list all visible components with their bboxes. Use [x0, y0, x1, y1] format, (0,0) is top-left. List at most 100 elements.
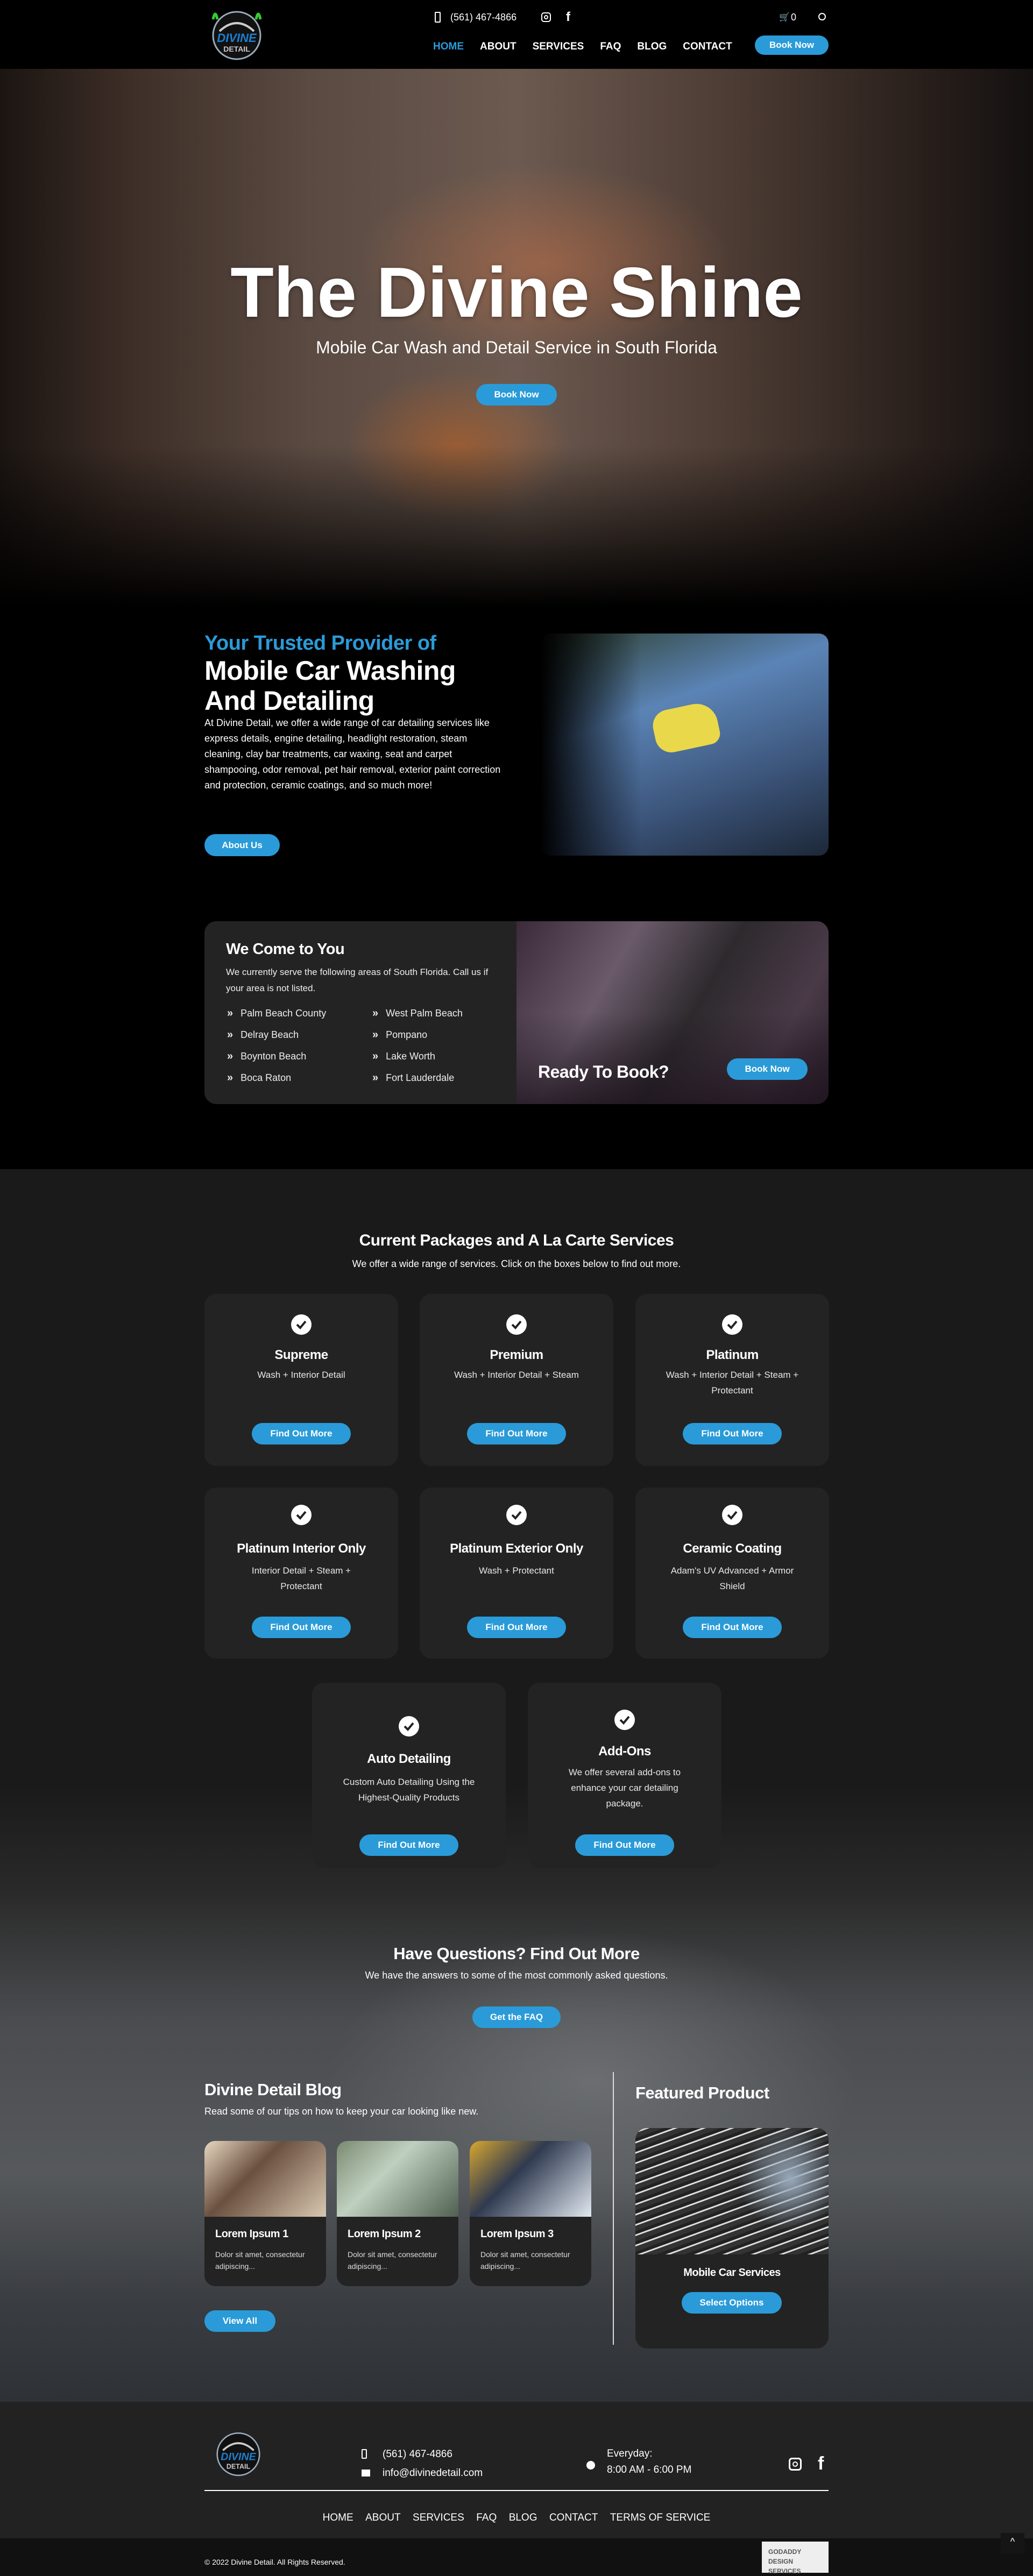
view-all-button[interactable]: View All	[204, 2310, 275, 2332]
package-description: Custom Auto Detailing Using the Highest-…	[343, 1777, 475, 1803]
blog-post-card[interactable]: Lorem Ipsum 2 Dolor sit amet, consectetu…	[337, 2141, 458, 2286]
footer-nav: HOME ABOUT SERVICES FAQ BLOG CONTACT TER…	[0, 2512, 1033, 2524]
package-name: Auto Detailing	[367, 1752, 451, 1766]
check-circle-icon	[291, 1314, 312, 1335]
about-title-line-1: Mobile Car Washing	[204, 656, 456, 686]
featured-product-image	[635, 2128, 829, 2254]
facebook-icon[interactable]: f	[818, 2453, 824, 2474]
get-faq-button[interactable]: Get the FAQ	[472, 2006, 561, 2028]
package-card[interactable]: Platinum Wash + Interior Detail + Steam …	[635, 1294, 829, 1466]
sponge-shape	[649, 700, 723, 756]
chevrons-icon: »	[372, 1007, 379, 1019]
nav-services[interactable]: SERVICES	[533, 41, 584, 53]
hero-book-now-button[interactable]: Book Now	[476, 384, 557, 405]
package-name: Ceramic Coating	[683, 1541, 782, 1556]
package-description: Wash + Interior Detail + Steam + Protect…	[666, 1370, 799, 1396]
package-name: Platinum Exterior Only	[450, 1541, 583, 1556]
blog-title: Divine Detail Blog	[204, 2080, 342, 2099]
nav-blog[interactable]: BLOG	[637, 41, 667, 53]
instagram-icon[interactable]	[541, 12, 551, 22]
footer-nav-home[interactable]: HOME	[323, 2512, 353, 2523]
chevrons-icon: »	[372, 1072, 379, 1084]
find-out-more-button[interactable]: Find Out More	[683, 1423, 782, 1444]
nav-contact[interactable]: CONTACT	[683, 41, 732, 53]
hours-label: Everyday:	[607, 2448, 653, 2459]
cart-icon[interactable]: 🛒	[779, 12, 790, 23]
instagram-icon[interactable]	[789, 2458, 802, 2471]
area-item: » Lake Worth	[372, 1050, 435, 1062]
package-card[interactable]: Premium Wash + Interior Detail + Steam F…	[420, 1294, 613, 1466]
blog-post-title[interactable]: Lorem Ipsum 2	[348, 2228, 421, 2240]
footer-phone[interactable]: (561) 467-4866	[383, 2449, 452, 2460]
nav-home[interactable]: HOME	[433, 41, 464, 53]
package-description: We offer several add-ons to enhance your…	[568, 1767, 681, 1809]
header-phone[interactable]: (561) 467-4866	[450, 12, 516, 23]
chevrons-icon: »	[227, 1072, 234, 1084]
scroll-to-top-button[interactable]: ^	[1001, 2533, 1024, 2553]
site-header: DIVINE DETAIL (561) 467-4866 f 🛒 0 HOME A…	[0, 0, 1033, 69]
package-card[interactable]: Auto Detailing Custom Auto Detailing Usi…	[312, 1683, 506, 1868]
blog-post-title[interactable]: Lorem Ipsum 3	[480, 2228, 554, 2240]
search-icon[interactable]	[818, 13, 826, 20]
main-nav: HOME ABOUT SERVICES FAQ BLOG CONTACT	[433, 41, 748, 53]
find-out-more-button[interactable]: Find Out More	[467, 1423, 566, 1444]
nav-about[interactable]: ABOUT	[480, 41, 516, 53]
area-item: » Boca Raton	[227, 1072, 292, 1084]
footer-email[interactable]: info@divinedetail.com	[383, 2467, 483, 2479]
find-out-more-button[interactable]: Find Out More	[683, 1617, 782, 1638]
about-kicker: Your Trusted Provider of	[204, 632, 436, 654]
blog-post-image	[204, 2141, 326, 2217]
featured-product-name[interactable]: Mobile Car Services	[635, 2267, 829, 2279]
footer-divider	[204, 2490, 829, 2491]
package-description: Wash + Interior Detail + Steam	[454, 1370, 579, 1380]
featured-product-card[interactable]: Mobile Car Services Select Options	[635, 2128, 829, 2349]
nav-faq[interactable]: FAQ	[600, 41, 621, 53]
footer-nav-services[interactable]: SERVICES	[413, 2512, 464, 2523]
area-item: » Boynton Beach	[227, 1050, 307, 1062]
package-name: Supreme	[274, 1348, 328, 1362]
about-us-button[interactable]: About Us	[204, 834, 280, 856]
check-circle-icon	[291, 1505, 312, 1525]
godaddy-badge[interactable]: GODADDY DESIGN SERVICES	[762, 2542, 829, 2575]
find-out-more-button[interactable]: Find Out More	[252, 1617, 351, 1638]
blog-post-excerpt: Dolor sit amet, consectetur adipiscing..…	[480, 2250, 570, 2271]
area-item: » West Palm Beach	[372, 1007, 463, 1019]
package-description: Wash + Protectant	[479, 1565, 554, 1576]
facebook-icon[interactable]: f	[566, 10, 570, 25]
chevrons-icon: »	[372, 1029, 379, 1041]
package-card[interactable]: Platinum Interior Only Interior Detail +…	[204, 1488, 398, 1659]
find-out-more-button[interactable]: Find Out More	[252, 1423, 351, 1444]
areas-book-now-button[interactable]: Book Now	[727, 1058, 808, 1080]
package-card[interactable]: Supreme Wash + Interior Detail Find Out …	[204, 1294, 398, 1466]
blog-subtitle: Read some of our tips on how to keep you…	[204, 2106, 479, 2117]
email-icon	[362, 2470, 370, 2477]
footer-logo[interactable]: DIVINE DETAIL	[209, 2425, 268, 2479]
blog-post-title[interactable]: Lorem Ipsum 1	[215, 2228, 288, 2240]
section-divider	[613, 2072, 614, 2345]
package-card[interactable]: Ceramic Coating Adam's UV Advanced + Arm…	[635, 1488, 829, 1659]
packages-subtitle: We offer a wide range of services. Click…	[352, 1258, 681, 1269]
check-circle-icon	[722, 1505, 742, 1525]
package-card[interactable]: Platinum Exterior Only Wash + Protectant…	[420, 1488, 613, 1659]
footer-nav-faq[interactable]: FAQ	[476, 2512, 497, 2523]
footer-nav-blog[interactable]: BLOG	[509, 2512, 537, 2523]
select-options-button[interactable]: Select Options	[682, 2292, 782, 2314]
package-card[interactable]: Add-Ons We offer several add-ons to enha…	[528, 1683, 721, 1868]
logo[interactable]: DIVINE DETAIL	[209, 3, 265, 63]
blog-post-card[interactable]: Lorem Ipsum 3 Dolor sit amet, consectetu…	[470, 2141, 591, 2286]
find-out-more-button[interactable]: Find Out More	[467, 1617, 566, 1638]
footer-nav-about[interactable]: ABOUT	[365, 2512, 400, 2523]
check-circle-icon	[506, 1505, 527, 1525]
phone-icon	[435, 12, 441, 23]
chevrons-icon: »	[227, 1029, 234, 1041]
footer-nav-contact[interactable]: CONTACT	[549, 2512, 598, 2523]
find-out-more-button[interactable]: Find Out More	[359, 1834, 458, 1856]
package-name: Premium	[490, 1348, 543, 1362]
blog-post-image	[470, 2141, 591, 2217]
find-out-more-button[interactable]: Find Out More	[575, 1834, 674, 1856]
footer-nav-terms[interactable]: TERMS OF SERVICE	[610, 2512, 711, 2523]
header-book-now-button[interactable]: Book Now	[755, 35, 829, 55]
hero-subtitle: Mobile Car Wash and Detail Service in So…	[316, 338, 717, 357]
blog-post-card[interactable]: Lorem Ipsum 1 Dolor sit amet, consectetu…	[204, 2141, 326, 2286]
area-item: » Fort Lauderdale	[372, 1072, 455, 1084]
